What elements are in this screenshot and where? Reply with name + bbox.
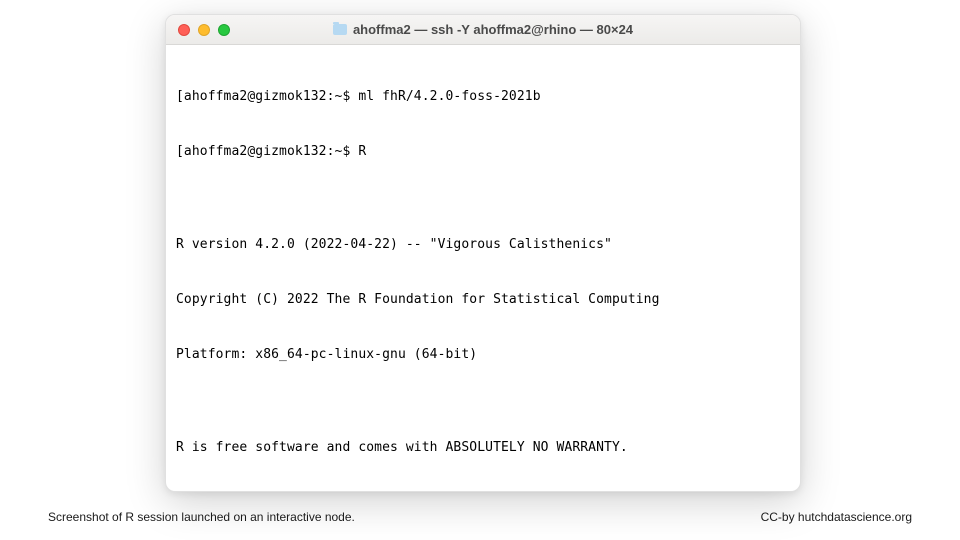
window-title: ahoffma2 — ssh -Y ahoffma2@rhino — 80×24 bbox=[166, 22, 800, 37]
terminal-line: Platform: x86_64-pc-linux-gnu (64-bit) bbox=[176, 346, 790, 364]
terminal-window: ahoffma2 — ssh -Y ahoffma2@rhino — 80×24… bbox=[165, 14, 801, 492]
terminal-line: R version 4.2.0 (2022-04-22) -- "Vigorou… bbox=[176, 236, 790, 254]
attribution-text: CC-by hutchdatascience.org bbox=[761, 510, 912, 524]
folder-icon bbox=[333, 24, 347, 35]
terminal-line: Copyright (C) 2022 The R Foundation for … bbox=[176, 291, 790, 309]
figure-caption: Screenshot of R session launched on an i… bbox=[48, 510, 355, 524]
terminal-line: [ahoffma2@gizmok132:~$ R bbox=[176, 143, 790, 161]
terminal-line: R is free software and comes with ABSOLU… bbox=[176, 439, 790, 457]
terminal-body[interactable]: [ahoffma2@gizmok132:~$ ml fhR/4.2.0-foss… bbox=[166, 45, 800, 492]
terminal-line: [ahoffma2@gizmok132:~$ ml fhR/4.2.0-foss… bbox=[176, 88, 790, 106]
titlebar: ahoffma2 — ssh -Y ahoffma2@rhino — 80×24 bbox=[166, 15, 800, 45]
window-title-text: ahoffma2 — ssh -Y ahoffma2@rhino — 80×24 bbox=[353, 22, 633, 37]
